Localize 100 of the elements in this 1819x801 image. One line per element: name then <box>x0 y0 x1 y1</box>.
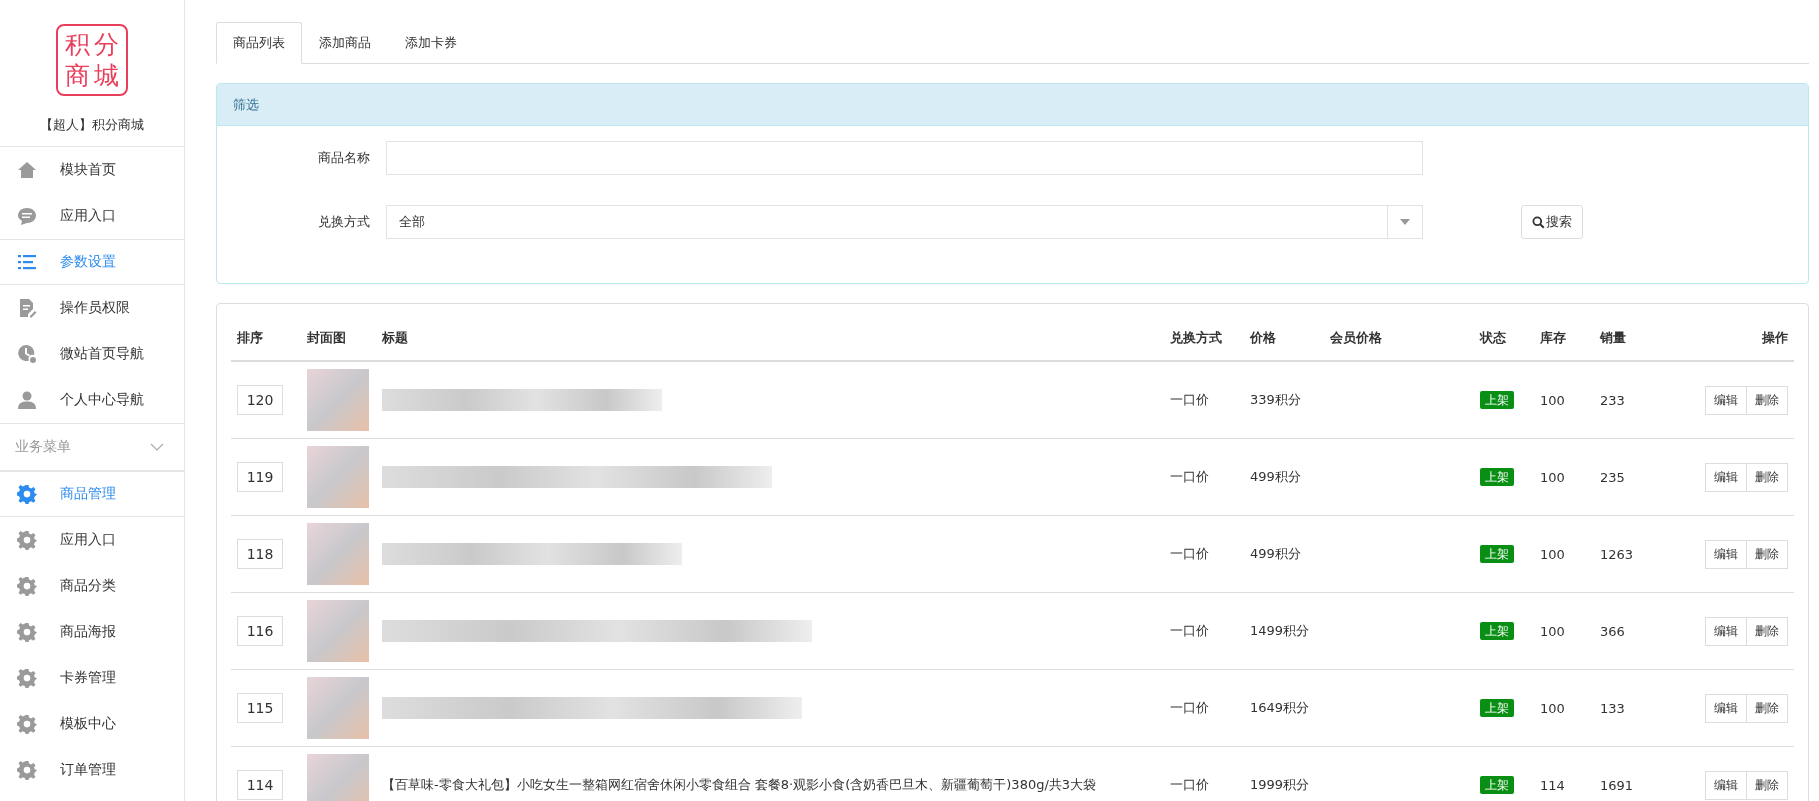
column-header: 排序 <box>237 330 263 345</box>
tab[interactable]: 商品列表 <box>216 22 302 64</box>
tab[interactable]: 添加商品 <box>302 22 388 64</box>
gear-icon <box>17 530 37 550</box>
table-cell: 1691 <box>1600 777 1634 793</box>
sidebar-item[interactable]: 模板中心 <box>0 701 184 747</box>
gear-icon <box>17 622 37 642</box>
column-header: 操作 <box>1762 330 1788 345</box>
edit-button[interactable]: 编辑 <box>1705 539 1747 569</box>
table-cell: 1263 <box>1600 546 1634 562</box>
table-cell: 100 <box>1540 392 1565 408</box>
table-cell: 339积分 <box>1250 392 1301 407</box>
gear-icon <box>17 484 37 504</box>
table-cell: 一口价 <box>1170 700 1209 715</box>
table-cell: 100 <box>1540 623 1565 639</box>
photo-placeholder <box>307 600 369 662</box>
document-edit-icon <box>17 298 37 318</box>
table-cell: 114 <box>1540 777 1565 793</box>
sidebar-item[interactable]: 应用入口 <box>0 193 184 239</box>
column-header: 销量 <box>1600 330 1626 345</box>
sidebar-item[interactable]: 商品分类 <box>0 563 184 609</box>
status-badge: 上架 <box>1480 775 1514 794</box>
table-cell: 1999积分 <box>1250 777 1310 792</box>
sort-order-field[interactable]: 119 <box>237 462 283 492</box>
column-header: 状态 <box>1480 330 1506 345</box>
edit-button[interactable]: 编辑 <box>1705 770 1747 800</box>
sidebar-item[interactable]: 商品海报 <box>0 609 184 655</box>
sidebar-item[interactable]: 参数设置 <box>0 239 184 285</box>
sidebar-item[interactable]: 操作员权限 <box>0 285 184 331</box>
logo: 积分 商城 <box>56 24 128 96</box>
photo-placeholder <box>307 754 369 801</box>
table-cell: 一口价 <box>1170 546 1209 561</box>
table-cell: 499积分 <box>1250 546 1301 561</box>
caret-icon <box>1400 219 1410 225</box>
clock-icon <box>17 344 37 364</box>
photo-placeholder <box>307 369 369 431</box>
field-label: 商品名称 <box>317 149 371 167</box>
sort-order-field[interactable]: 118 <box>237 539 283 569</box>
sort-order-field[interactable]: 114 <box>237 770 283 800</box>
sidebar-item[interactable]: 模块首页 <box>0 147 184 193</box>
table-cell: 一口价 <box>1170 469 1209 484</box>
app-title: 【超人】积分商城 <box>0 96 184 147</box>
delete-button[interactable]: 删除 <box>1747 539 1788 569</box>
gear-icon <box>17 668 37 688</box>
table-cell: 100 <box>1540 546 1565 562</box>
status-badge: 上架 <box>1480 390 1514 409</box>
table-cell: 1499积分 <box>1250 623 1310 638</box>
chat-bubble-icon <box>17 206 37 226</box>
column-header: 价格 <box>1250 330 1276 345</box>
photo-placeholder <box>307 523 369 585</box>
sidebar-item[interactable]: 微站首页导航 <box>0 331 184 377</box>
delete-button[interactable]: 删除 <box>1747 693 1788 723</box>
delete-button[interactable]: 删除 <box>1747 385 1788 415</box>
list-icon <box>17 252 37 272</box>
column-header: 封面图 <box>307 330 346 345</box>
sidebar-item[interactable]: 订单管理 <box>0 747 184 793</box>
status-badge: 上架 <box>1480 621 1514 640</box>
column-header: 兑换方式 <box>1170 330 1222 345</box>
sort-order-field[interactable]: 115 <box>237 693 283 723</box>
sidebar-item[interactable]: 卡券管理 <box>0 655 184 701</box>
product-title: 【百草味-零食大礼包】小吃女生一整箱网红宿舍休闲小零食组合 套餐8·观影小食(含奶香巴旦木、新疆葡萄干)380g/共3大袋 <box>382 777 1097 792</box>
delete-button[interactable]: 删除 <box>1747 770 1788 800</box>
search-icon <box>1532 215 1545 229</box>
status-badge: 上架 <box>1480 467 1514 486</box>
person-icon <box>17 390 37 410</box>
table-cell: 366 <box>1600 623 1625 639</box>
edit-button[interactable]: 编辑 <box>1705 385 1747 415</box>
table-cell: 499积分 <box>1250 469 1301 484</box>
home-icon <box>17 160 37 180</box>
delete-button[interactable]: 删除 <box>1747 616 1788 646</box>
table-cell: 233 <box>1600 392 1625 408</box>
panel-heading: 筛选 <box>217 84 1808 126</box>
chevron-icon <box>150 443 164 451</box>
sidebar-item[interactable]: 应用入口 <box>0 517 184 563</box>
status-badge: 上架 <box>1480 544 1514 563</box>
status-badge: 上架 <box>1480 698 1514 717</box>
column-header: 会员价格 <box>1330 330 1382 345</box>
delete-button[interactable]: 删除 <box>1747 462 1788 492</box>
sidebar-item[interactable]: 个人中心导航 <box>0 377 184 423</box>
table-cell: 133 <box>1600 700 1625 716</box>
column-header: 标题 <box>382 330 408 345</box>
column-header: 库存 <box>1540 330 1566 345</box>
tab[interactable]: 添加卡券 <box>388 22 474 64</box>
product-name-field[interactable] <box>386 141 1423 175</box>
photo-placeholder <box>307 677 369 739</box>
table-cell: 100 <box>1540 700 1565 716</box>
search-button[interactable]: 搜索 <box>1521 205 1583 239</box>
sidebar-item[interactable]: 商品管理 <box>0 471 184 517</box>
edit-button[interactable]: 编辑 <box>1705 693 1747 723</box>
photo-placeholder <box>307 446 369 508</box>
sort-order-field[interactable]: 116 <box>237 616 283 646</box>
edit-button[interactable]: 编辑 <box>1705 616 1747 646</box>
exchange-select[interactable]: 全部 <box>386 205 1423 239</box>
table-cell: 一口价 <box>1170 392 1209 407</box>
field-label: 兑换方式 <box>317 213 371 231</box>
gear-icon <box>17 576 37 596</box>
table-cell: 235 <box>1600 469 1625 485</box>
edit-button[interactable]: 编辑 <box>1705 462 1747 492</box>
table-cell: 一口价 <box>1170 623 1209 638</box>
sort-order-field[interactable]: 120 <box>237 385 283 415</box>
